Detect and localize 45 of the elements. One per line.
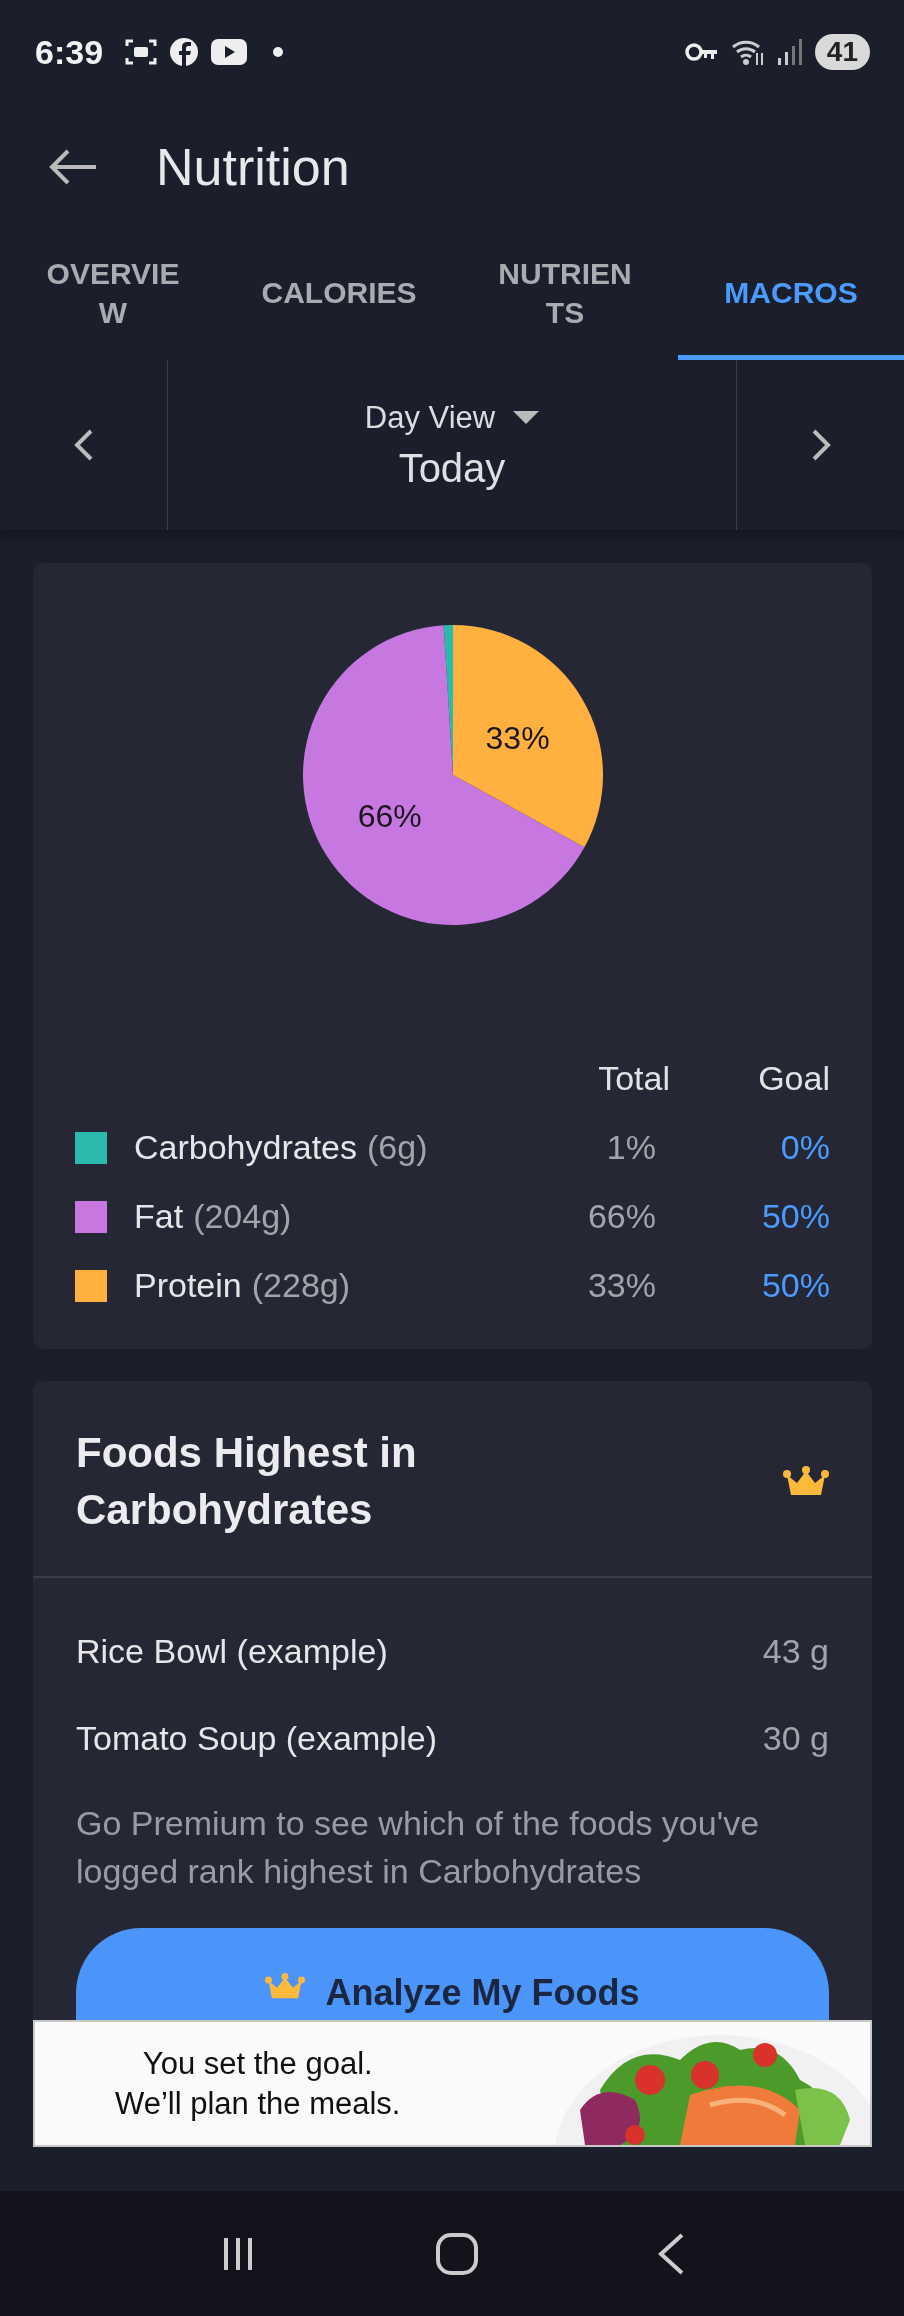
facebook-icon (169, 37, 200, 67)
food-amount: 30 g (762, 1719, 829, 1759)
premium-message: Go Premium to see which of the foods you've logged rank highest in Carbohydrates (76, 1803, 761, 1892)
goal-percent: 0% (779, 1128, 830, 1167)
tab[interactable]: NUTRIENTS (452, 230, 678, 360)
tab[interactable]: CALORIES (226, 230, 452, 360)
food-name: Rice Bowl (example) (76, 1632, 388, 1672)
back-arrow-icon[interactable] (48, 147, 98, 187)
card-title: Foods Highest in Carbohydrates (76, 1428, 418, 1535)
date-label: Today (398, 445, 506, 491)
column-header: Goal (757, 1059, 830, 1098)
battery-level: 41 (814, 34, 870, 70)
total-percent: 33% (586, 1266, 657, 1305)
macro-name: Carbohydrates (134, 1128, 357, 1167)
ad-text: You set the goal. (142, 2045, 373, 2082)
analyze-button[interactable]: Analyze My Foods (76, 1927, 829, 2020)
slice-label: 33% (485, 719, 550, 756)
macro-amount: (6g) (367, 1128, 428, 1167)
screenshot-icon (125, 37, 158, 67)
caret-icon (513, 410, 540, 425)
key-icon (684, 42, 719, 62)
goal-percent: 50% (760, 1197, 830, 1236)
food-name: Tomato Soup (example) (76, 1719, 437, 1759)
screen-title: Nutrition (156, 137, 350, 197)
ad-banner[interactable]: You set the goal. We’ll plan the meals. (33, 2020, 872, 2147)
view-dropdown[interactable]: Day View (364, 399, 540, 436)
tab[interactable]: OVERVIEW (0, 230, 226, 360)
macro-name: Protein (134, 1266, 242, 1305)
home-icon[interactable] (435, 2231, 479, 2276)
status-time: 6:39 (35, 32, 104, 72)
column-header: Total (597, 1059, 670, 1098)
total-percent: 66% (586, 1197, 657, 1236)
signal-icon (776, 38, 803, 66)
macro-amount: (204g) (193, 1197, 292, 1236)
video-play-icon (211, 39, 248, 65)
macro-name: Fat (134, 1197, 184, 1236)
total-percent: 1% (605, 1128, 657, 1167)
notification-dot-icon (273, 47, 284, 57)
goal-percent: 50% (760, 1266, 830, 1305)
chevron-left-icon (72, 428, 95, 462)
food-amount: 43 g (762, 1632, 829, 1672)
tab[interactable]: MACROS (678, 230, 904, 360)
ad-text: We’ll plan the meals. (115, 2085, 401, 2122)
macro-amount: (228g) (251, 1266, 350, 1305)
slice-label: 66% (357, 798, 422, 835)
